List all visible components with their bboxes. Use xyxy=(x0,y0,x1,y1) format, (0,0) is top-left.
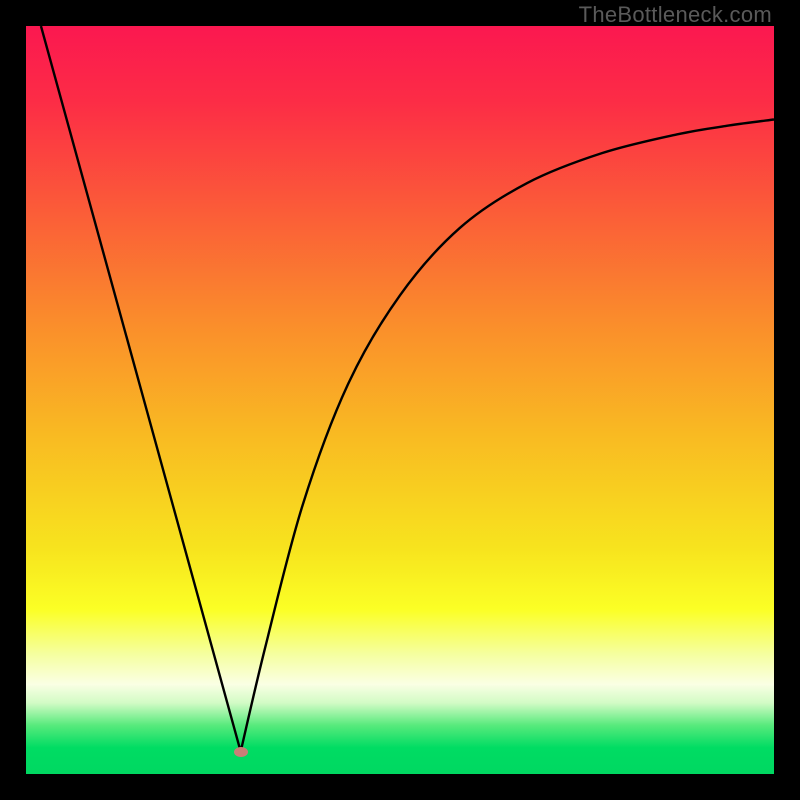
plot-area xyxy=(26,26,774,774)
chart-frame: TheBottleneck.com xyxy=(0,0,800,800)
curve-path xyxy=(41,26,774,752)
bottleneck-curve xyxy=(26,26,774,774)
min-point-marker xyxy=(234,747,248,757)
watermark-text: TheBottleneck.com xyxy=(579,2,772,28)
